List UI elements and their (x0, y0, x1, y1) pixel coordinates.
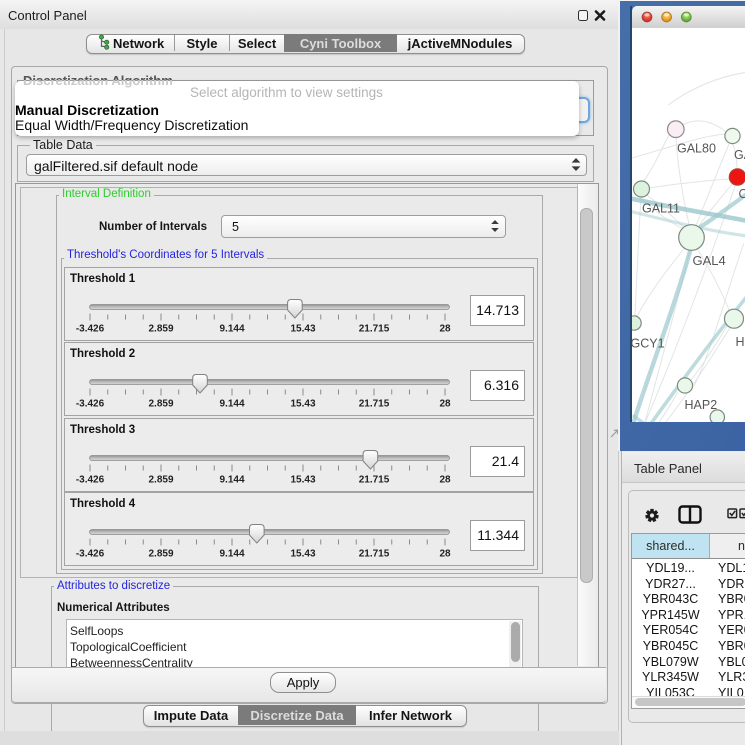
svg-text:-3.426: -3.426 (76, 474, 105, 485)
svg-text:GAL4: GAL4 (692, 253, 725, 268)
svg-text:15.43: 15.43 (290, 549, 315, 560)
svg-text:28: 28 (439, 474, 451, 485)
svg-text:2.859: 2.859 (148, 399, 173, 410)
svg-text:21.715: 21.715 (359, 399, 390, 410)
svg-text:15.43: 15.43 (290, 324, 315, 335)
svg-text:9.144: 9.144 (219, 474, 244, 485)
svg-text:28: 28 (439, 549, 451, 560)
svg-text:2.859: 2.859 (148, 324, 173, 335)
svg-text:CD: CD (738, 187, 745, 201)
svg-text:-3.426: -3.426 (76, 324, 105, 335)
svg-text:15.43: 15.43 (290, 399, 315, 410)
svg-text:2.859: 2.859 (148, 474, 173, 485)
svg-text:HAP2: HAP2 (684, 398, 717, 412)
svg-text:9.144: 9.144 (219, 549, 244, 560)
svg-text:-3.426: -3.426 (76, 549, 105, 560)
svg-text:GAL11: GAL11 (642, 202, 680, 216)
svg-text:21.715: 21.715 (359, 324, 390, 335)
svg-text:28: 28 (439, 399, 451, 410)
svg-text:15.43: 15.43 (290, 474, 315, 485)
svg-text:GA: GA (734, 148, 745, 162)
svg-text:21.715: 21.715 (359, 549, 390, 560)
svg-text:GCY1: GCY1 (632, 337, 665, 351)
svg-text:9.144: 9.144 (219, 324, 244, 335)
svg-text:28: 28 (439, 324, 451, 335)
svg-text:-3.426: -3.426 (76, 399, 105, 410)
svg-text:2.859: 2.859 (148, 549, 173, 560)
svg-text:21.715: 21.715 (359, 474, 390, 485)
svg-text:9.144: 9.144 (219, 399, 244, 410)
svg-text:HI: HI (735, 335, 745, 349)
svg-text:GAL80: GAL80 (677, 142, 716, 156)
